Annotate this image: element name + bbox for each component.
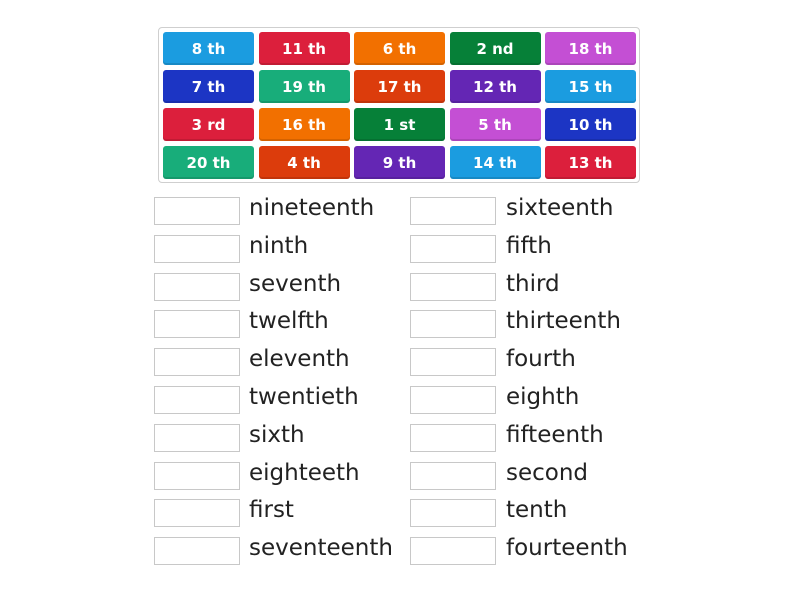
ordinal-tile[interactable]: 7 th [163, 70, 254, 103]
ordinal-word: fourth [506, 346, 576, 373]
ordinal-tile[interactable]: 9 th [354, 146, 445, 179]
ordinal-word: fifth [506, 232, 552, 259]
tile-tray: 8 th 11 th 6 th 2 nd 18 th 7 th 19 th 17 th 12 t… [158, 27, 640, 183]
ordinal-tile[interactable]: 15 th [545, 70, 636, 103]
ordinal-tile[interactable]: 2 nd [449, 32, 541, 65]
ordinal-tile[interactable]: 16 th [258, 108, 350, 141]
ordinal-tile[interactable]: 11 th [258, 32, 350, 65]
ordinal-tile[interactable]: 18 th [545, 32, 636, 65]
drop-slot[interactable] [410, 234, 496, 263]
ordinal-tile[interactable]: 14 th [449, 146, 541, 179]
ordinal-tile[interactable]: 20 th [163, 146, 254, 179]
drop-slot[interactable] [410, 423, 496, 452]
ordinal-word: thirteenth [506, 308, 621, 335]
drop-slot[interactable] [154, 272, 240, 301]
ordinal-tile[interactable]: 17 th [354, 70, 445, 103]
ordinal-tile[interactable]: 5 th [449, 108, 541, 141]
ordinal-word: sixth [249, 421, 305, 448]
drop-slot[interactable] [154, 537, 240, 566]
drop-slot[interactable] [154, 234, 240, 263]
ordinal-word: eighth [506, 384, 580, 410]
drop-slot[interactable] [410, 461, 496, 490]
ordinal-word: ninth [249, 232, 309, 259]
drop-slot[interactable] [410, 386, 496, 414]
ordinal-word: seventeenth [249, 535, 393, 562]
ordinal-word: seventh [249, 270, 342, 297]
ordinal-word: first [249, 497, 294, 524]
ordinal-word: sixteenth [506, 195, 614, 221]
drop-slot[interactable] [154, 197, 240, 225]
drop-slot[interactable] [410, 499, 496, 528]
ordinal-word: eleventh [249, 346, 350, 373]
ordinal-word: second [506, 459, 589, 486]
ordinal-tile[interactable]: 19 th [258, 70, 350, 103]
drop-slot[interactable] [154, 348, 240, 377]
ordinal-tile[interactable]: 3 rd [163, 108, 254, 141]
ordinal-word: fifteenth [506, 421, 604, 448]
drop-slot[interactable] [154, 386, 240, 414]
drop-slot[interactable] [154, 461, 240, 490]
ordinal-tile[interactable]: 12 th [449, 70, 541, 103]
drop-slot[interactable] [410, 537, 496, 566]
drop-slot[interactable] [154, 310, 240, 339]
ordinal-tile[interactable]: 6 th [354, 32, 445, 65]
drop-slot[interactable] [410, 348, 496, 377]
ordinal-word: third [506, 270, 560, 297]
ordinal-word: fourteenth [506, 535, 628, 562]
ordinal-word: twelfth [249, 308, 329, 335]
ordinal-tile[interactable]: 13 th [545, 146, 636, 179]
ordinal-tile[interactable]: 8 th [163, 32, 254, 65]
ordinal-tile[interactable]: 1 st [354, 108, 445, 141]
drop-slot[interactable] [154, 423, 240, 452]
drop-slot[interactable] [154, 499, 240, 528]
drop-slot[interactable] [410, 197, 496, 225]
ordinal-word: nineteenth [249, 195, 375, 221]
ordinal-word: eighteeth [249, 459, 360, 486]
drop-slot[interactable] [410, 310, 496, 339]
drop-slot[interactable] [410, 272, 496, 301]
ordinal-word: twentieth [249, 384, 359, 410]
ordinal-tile[interactable]: 4 th [258, 146, 350, 179]
ordinal-tile[interactable]: 10 th [545, 108, 636, 141]
ordinal-word: tenth [506, 497, 568, 524]
